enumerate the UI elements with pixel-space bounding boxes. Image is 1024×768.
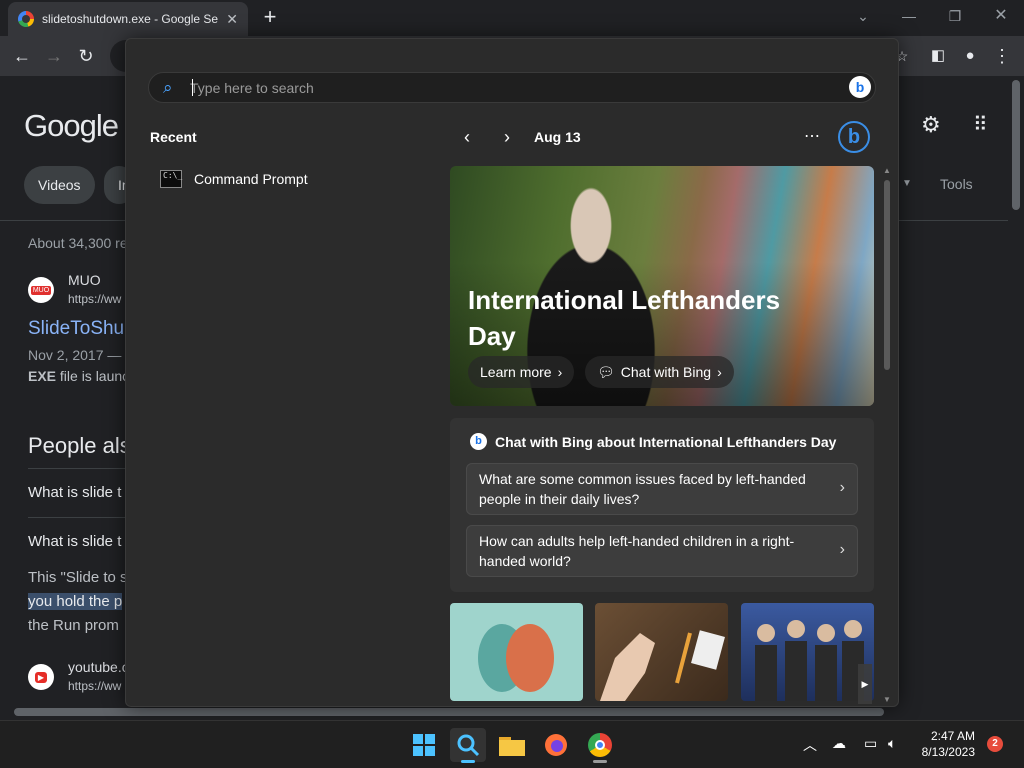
active-indicator [461,760,475,763]
result-site-name: MUO [68,272,101,288]
new-tab-button[interactable]: + [258,4,282,30]
bing-chat-heading: b Chat with Bing about International Lef… [470,433,836,450]
chevron-right-icon: › [839,479,845,496]
date-label: Aug 13 [534,129,581,145]
close-tab-icon[interactable]: ✕ [226,11,238,28]
chat-with-bing-button[interactable]: 💬︎ Chat with Bing › [585,356,734,388]
snippet-text: file is launc [56,368,130,384]
google-favicon-icon [18,11,34,27]
previous-day-button[interactable]: ‹ [456,126,478,148]
chip-videos[interactable]: Videos [24,166,95,204]
file-explorer-icon[interactable] [494,728,530,762]
show-hidden-icons-chevron-icon[interactable]: ︿ [803,735,817,755]
chevron-down-icon[interactable]: ▼ [902,178,912,189]
menu-kebab-icon[interactable]: ⋮ [990,44,1014,68]
result-date: Nov 2, 2017 — C [28,347,136,363]
bing-question-card[interactable]: What are some common issues faced by lef… [466,463,858,515]
google-logo[interactable]: Google [24,108,119,144]
close-window-button[interactable]: ✕ [989,6,1013,26]
answer-line: the Run prom [28,617,119,634]
result-url[interactable]: https://ww [68,292,121,306]
reload-icon[interactable]: ↻ [74,44,98,68]
bing-question-text: What are some common issues faced by lef… [479,471,806,507]
chat-with-bing-label: Chat with Bing [620,364,712,380]
taskbar-search-icon[interactable] [450,728,486,762]
notification-badge[interactable]: 2 [987,736,1003,752]
answer-line-highlighted: you hold the p [28,593,123,610]
chevron-right-icon: › [557,364,563,380]
paa-question[interactable]: What is slide t [28,533,121,550]
side-panel-icon[interactable]: ◧ [926,44,950,68]
paa-question[interactable]: What is slide t [28,484,121,501]
windows-start-icon[interactable] [406,728,442,762]
clock-time: 2:47 AM [930,729,975,743]
bing-icon[interactable]: b [849,76,871,98]
muo-favicon-icon: MUO [28,277,54,303]
bing-logo-icon[interactable]: b [838,121,870,153]
forward-icon[interactable]: → [42,44,66,68]
cmd-icon: C:\_ [160,170,182,188]
learn-more-label: Learn more [480,364,552,380]
result-site-name: youtube.c [68,659,129,675]
chat-bubble-icon: 💬︎ [597,364,615,380]
chevron-right-icon: › [839,541,845,558]
tab-search-icon[interactable]: ⌄ [851,6,875,26]
search-input[interactable] [190,78,790,98]
chevron-right-icon: › [717,364,722,380]
result-stats: About 34,300 re [28,235,128,251]
back-icon[interactable]: ← [10,44,34,68]
answer-line: This "Slide to s [28,569,128,586]
recent-item-command-prompt[interactable]: C:\_ Command Prompt [150,162,420,196]
chrome-icon[interactable] [582,728,618,762]
learn-more-button[interactable]: Learn more › [468,356,575,388]
divider [28,517,128,518]
tools-button[interactable]: Tools [940,176,973,192]
result-title-link[interactable]: SlideToShu [28,318,124,340]
volume-icon[interactable]: 🔈︎ [888,735,896,752]
result-snippet: EXE file is launc [28,368,129,384]
snippet-bold: EXE [28,368,57,384]
browser-tab[interactable]: slidetoshutdown.exe - Google Se ✕ [8,2,248,36]
bing-chat-heading-text: Chat with Bing about International Lefth… [495,433,837,450]
running-indicator [593,760,607,763]
recent-item-label: Command Prompt [194,171,308,187]
bing-question-card[interactable]: How can adults help left-handed children… [466,525,858,577]
people-also-ask-heading: People als [28,433,131,458]
result-url[interactable]: https://ww [68,679,121,693]
profile-icon[interactable]: ● [958,44,982,68]
network-icon[interactable]: ▭ [864,735,877,752]
next-day-button[interactable]: › [496,126,518,148]
settings-gear-icon[interactable]: ⚙ [921,112,941,138]
recent-heading: Recent [150,129,197,145]
restore-button[interactable]: ❐ [943,6,967,26]
text-caret [192,79,193,96]
onedrive-cloud-icon[interactable]: ☁ [832,735,846,752]
clock-date: 8/13/2023 [921,745,975,759]
band-photo-thumbnail[interactable] [741,603,874,701]
start-panel-scrollbar[interactable]: ▲ ▼ [881,166,897,704]
hero-title[interactable]: International Lefthanders Day [468,282,828,354]
tab-title: slidetoshutdown.exe - Google Se [42,12,219,26]
search-icon: ⌕ [163,78,173,97]
youtube-favicon-icon: ▶ [28,664,54,690]
hand-pencil-thumbnail[interactable] [595,603,728,701]
firefox-icon[interactable] [538,728,574,762]
taskbar-clock[interactable]: 2:47 AM 8/13/2023 [905,728,975,760]
divider [28,468,128,469]
bing-question-text: How can adults help left-handed children… [479,533,795,569]
minimize-button[interactable]: — [897,6,921,26]
carousel-next-button[interactable]: ▶ [858,664,872,704]
brain-thumbnail[interactable] [450,603,583,701]
page-scrollbar-vertical[interactable] [1008,76,1024,704]
more-options-icon[interactable]: ⋯ [804,126,821,146]
bing-icon: b [470,433,487,450]
apps-grid-icon[interactable]: ⠿ [973,112,988,137]
